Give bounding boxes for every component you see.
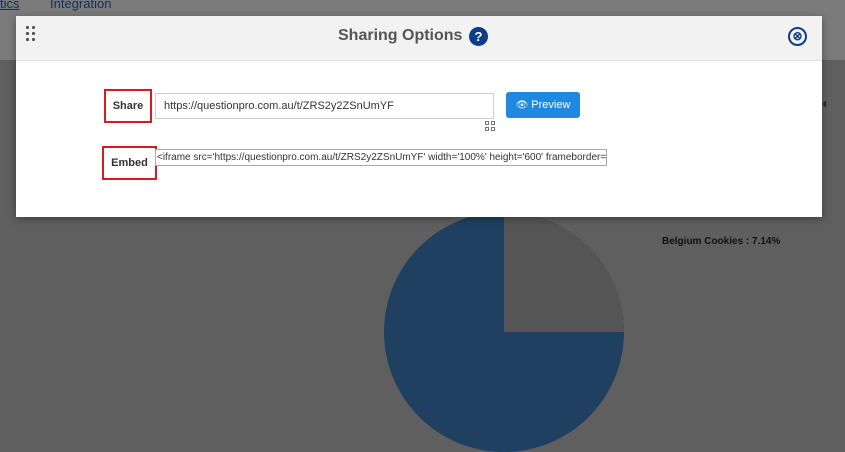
- background-pie-slice: [504, 212, 624, 332]
- modal-title: Sharing Options: [338, 27, 463, 44]
- share-label: Share: [104, 89, 152, 123]
- close-icon[interactable]: ⊗: [788, 27, 807, 46]
- embed-code-field[interactable]: <iframe src='https://questionpro.com.au/…: [155, 149, 607, 166]
- eye-icon: 👁: [515, 100, 529, 111]
- background-chart-icon: ◐: [822, 95, 831, 111]
- drag-handle-icon[interactable]: [26, 26, 38, 46]
- help-icon[interactable]: ?: [469, 27, 488, 46]
- sharing-options-modal: Sharing Options ? ⊗ Share https://questi…: [16, 16, 822, 217]
- background-tab-integration: Integration: [50, 0, 112, 11]
- qr-code-icon[interactable]: [485, 121, 495, 131]
- share-url-field[interactable]: https://questionpro.com.au/t/ZRS2y2ZSnUm…: [155, 93, 494, 119]
- modal-header: Sharing Options ? ⊗: [16, 16, 822, 61]
- embed-label: Embed: [102, 146, 157, 180]
- preview-button[interactable]: 👁 Preview: [506, 92, 580, 118]
- preview-label: Preview: [531, 99, 571, 111]
- background-tab-analytics: tics: [0, 0, 20, 11]
- background-pie-chart: [384, 212, 624, 452]
- background-chart-legend: Belgium Cookies : 7.14%: [662, 236, 781, 247]
